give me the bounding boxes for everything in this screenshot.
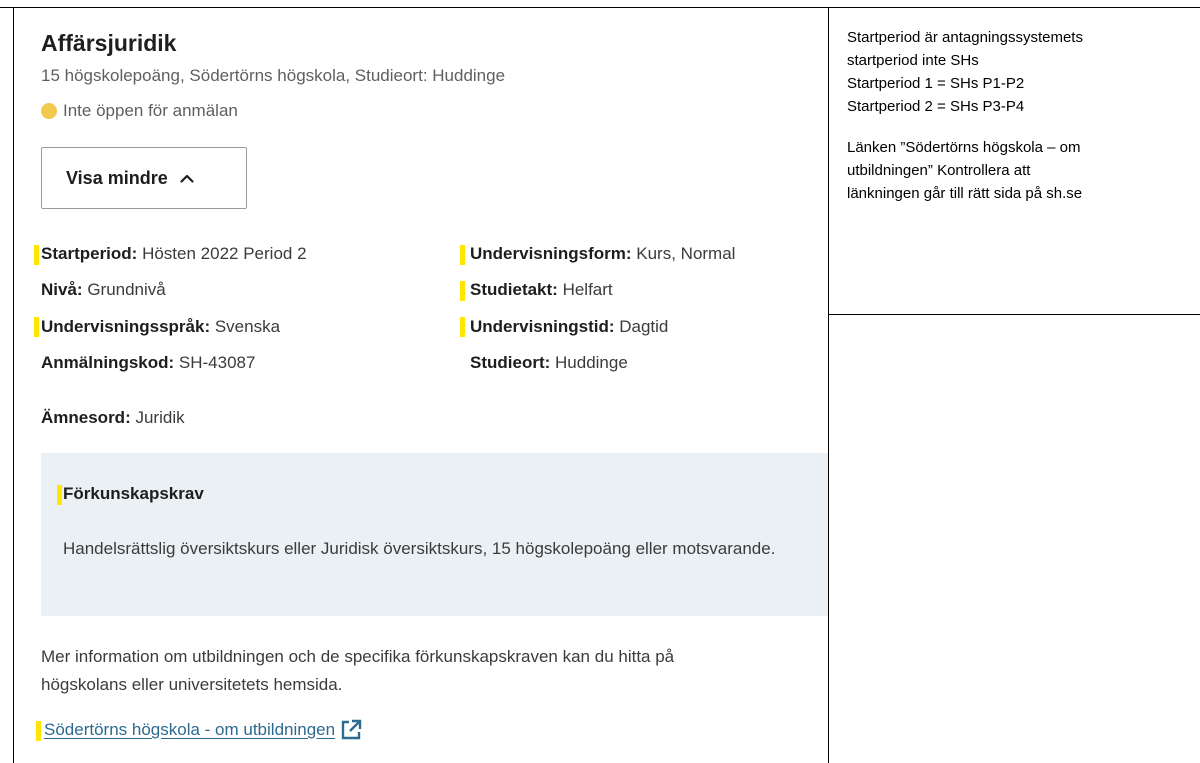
detail-application-code: Anmälningskod: SH-43087 xyxy=(41,353,256,372)
show-less-button[interactable]: Visa mindre xyxy=(41,147,247,209)
highlight-marker xyxy=(460,317,465,337)
highlight-marker xyxy=(460,281,465,301)
detail-study-pace: Studietakt: Helfart xyxy=(470,280,613,299)
detail-level: Nivå: Grundnivå xyxy=(41,280,166,299)
course-title: Affärsjuridik xyxy=(41,30,177,56)
detail-language: Undervisningsspråk: Svenska xyxy=(41,317,281,336)
detail-startperiod: Startperiod: Hösten 2022 Period 2 xyxy=(41,244,307,263)
show-less-label: Visa mindre xyxy=(66,167,168,188)
highlight-marker xyxy=(36,721,41,741)
highlight-marker xyxy=(34,317,39,337)
prerequisites-title: Förkunskapskrav xyxy=(63,484,204,503)
note-cell-border-bottom xyxy=(828,314,1200,315)
chevron-up-icon xyxy=(180,174,194,183)
detail-teaching-time: Undervisningstid: Dagtid xyxy=(470,317,669,336)
highlight-marker xyxy=(460,245,465,265)
status-text: Inte öppen för anmälan xyxy=(63,101,238,120)
table-border-middle xyxy=(828,7,829,763)
highlight-marker xyxy=(34,245,39,265)
course-subtitle: 15 högskolepoäng, Södertörns högskola, S… xyxy=(41,66,506,85)
detail-study-location: Studieort: Huddinge xyxy=(470,353,628,372)
review-note: Startperiod är antagningssystemets start… xyxy=(847,29,1083,202)
more-info-text: Mer information om utbildningen och de s… xyxy=(41,647,675,694)
external-link-icon xyxy=(341,719,362,740)
prerequisites-box xyxy=(41,453,828,616)
detail-teaching-form: Undervisningsform: Kurs, Normal xyxy=(470,244,736,263)
detail-subject-words: Ämnesord: Juridik xyxy=(41,408,185,427)
course-screenshot-cell: Affärsjuridik 15 högskolepoäng, Södertör… xyxy=(14,8,828,763)
course-info-link[interactable]: Södertörns högskola - om utbildningen xyxy=(44,719,362,741)
application-status: Inte öppen för anmälan xyxy=(41,101,238,121)
highlight-marker xyxy=(57,485,62,505)
prerequisites-text: Handelsrättslig översiktskurs eller Juri… xyxy=(63,539,776,558)
status-dot-icon xyxy=(41,103,57,119)
